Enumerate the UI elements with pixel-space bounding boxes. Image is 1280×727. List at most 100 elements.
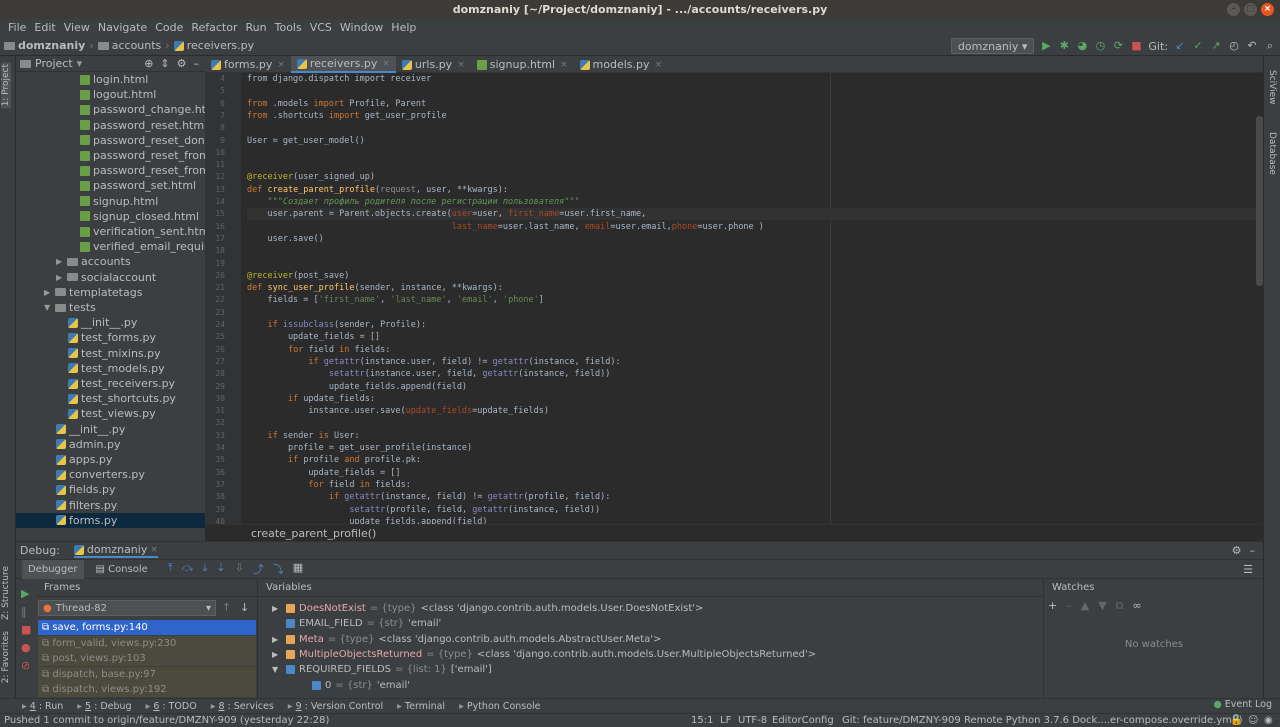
pause-icon[interactable]: ‖ [21, 605, 27, 618]
code-line[interactable]: from .models import Profile, Parent [247, 98, 426, 110]
chevron-right-icon[interactable]: ▶ [272, 601, 282, 616]
move-down-icon[interactable]: ▼ [1098, 599, 1106, 613]
editor-tab[interactable]: models.py × [574, 56, 669, 73]
database-tool-tab[interactable]: Database [1267, 132, 1277, 175]
menu-edit[interactable]: Edit [30, 19, 59, 36]
breadcrumb-folder[interactable]: accounts [97, 39, 161, 52]
project-tool-tab[interactable]: 1: Project [1, 62, 11, 109]
hide-icon[interactable]: – [194, 57, 200, 70]
code-line[interactable]: update_fields.append(field) [247, 516, 487, 524]
step-into-icon[interactable]: ⤓ [202, 561, 207, 577]
stack-frame[interactable]: ⧉ post, views.py:103 [38, 651, 256, 666]
code-line[interactable]: if profile and profile.pk: [247, 454, 421, 466]
code-line[interactable]: from django.dispatch import receiver [247, 73, 431, 85]
line-separator[interactable]: LF [720, 714, 731, 727]
chevron-right-icon[interactable]: ▶ [44, 285, 52, 300]
editor-tab[interactable]: forms.py × [205, 56, 291, 73]
code-line[interactable]: profile = get_user_profile(instance) [247, 442, 472, 454]
menu-navigate[interactable]: Navigate [94, 19, 151, 36]
project-tree-item[interactable]: password_reset_from_k [80, 148, 205, 163]
tool-window-button[interactable]: ▸ Terminal [397, 701, 445, 712]
breadcrumb-project[interactable]: domznaniy [4, 39, 85, 52]
project-tree-item[interactable]: password_reset_done.h [80, 133, 205, 148]
code-line[interactable]: def create_parent_profile(request, user,… [247, 184, 508, 196]
history-icon[interactable]: ◴ [1228, 40, 1240, 52]
inspection-icon[interactable]: ☺ [1248, 714, 1258, 727]
stop-icon[interactable]: ■ [1130, 40, 1142, 52]
rollback-icon[interactable]: ↶ [1246, 40, 1258, 52]
stack-frame[interactable]: ⧉ form_valid, views.py:230 [38, 635, 256, 651]
file-encoding[interactable]: UTF-8 [738, 714, 767, 727]
gear-icon[interactable]: ⚙ [177, 57, 187, 70]
resume-icon[interactable]: ▶ [21, 587, 29, 600]
chevron-down-icon[interactable]: ▼ [44, 300, 52, 315]
tool-window-button[interactable]: ▸ Python Console [459, 701, 540, 712]
project-tree-item[interactable]: test_receivers.py [68, 376, 175, 391]
code-line[interactable]: def sync_user_profile(sender, instance, … [247, 282, 503, 294]
glasses-icon[interactable]: ∞ [1133, 599, 1142, 613]
project-tree-item[interactable]: ▶ socialaccount [56, 270, 156, 285]
project-tree-item[interactable]: password_change.html [80, 102, 205, 117]
chevron-right-icon[interactable]: ▶ [56, 254, 64, 269]
project-tree-item[interactable]: password_reset.html [80, 118, 205, 133]
menu-help[interactable]: Help [387, 19, 420, 36]
project-tree-item[interactable]: forms.py [16, 512, 205, 528]
project-tree-item[interactable]: test_shortcuts.py [68, 391, 176, 406]
code-line[interactable]: if sender is User: [247, 430, 359, 442]
code-line[interactable]: @receiver(user_signed_up) [247, 171, 375, 183]
menu-vcs[interactable]: VCS [306, 19, 336, 36]
editor-scrollbar[interactable] [1256, 116, 1263, 286]
project-tree-item[interactable]: ▶ accounts [56, 254, 131, 269]
project-tree-item[interactable]: logout.html [80, 87, 156, 102]
coverage-icon[interactable]: ◕ [1076, 40, 1088, 52]
debug-session-tab[interactable]: domznaniy × [73, 543, 158, 558]
tab-debugger[interactable]: Debugger [22, 559, 84, 579]
add-watch-icon[interactable]: + [1048, 599, 1057, 613]
project-tree-item[interactable]: login.html [80, 72, 148, 87]
remove-watch-icon[interactable]: – [1066, 599, 1072, 613]
code-line[interactable]: last_name=user.last_name, email=user.ema… [247, 221, 764, 233]
code-editor[interactable]: from django.dispatch import receiver from… [247, 73, 1257, 524]
code-line[interactable]: """Создает профиль родителя после регист… [247, 196, 579, 208]
code-line[interactable]: if issubclass(sender, Profile): [247, 319, 426, 331]
editor-tab[interactable]: signup.html × [471, 56, 574, 73]
collapse-all-icon[interactable]: ⇕ [160, 57, 169, 70]
code-line[interactable]: for field in fields: [247, 344, 390, 356]
project-tree-item[interactable]: filters.py [56, 498, 117, 513]
code-line[interactable]: if getattr(instance, field) != getattr(p… [247, 491, 610, 503]
variable-row[interactable]: 0 = {str}'email' [258, 678, 1043, 693]
code-line[interactable]: user.save() [247, 233, 323, 245]
gear-icon[interactable]: ⚙ [1232, 544, 1242, 557]
variable-row[interactable]: EMAIL_FIELD = {str}'email' [258, 616, 1043, 631]
menu-file[interactable]: File [4, 19, 30, 36]
run-to-cursor-icon[interactable]: ⤵ [273, 561, 284, 577]
stop-icon[interactable]: ■ [21, 623, 31, 636]
tool-window-button[interactable]: ▸ 5: Debug [77, 701, 131, 712]
git-branch[interactable]: Git: feature/DMZNY-909 [842, 714, 961, 727]
chevron-down-icon[interactable]: ▾ [77, 57, 83, 70]
run-icon[interactable]: ▶ [1040, 40, 1052, 52]
project-tree-item[interactable]: verified_email_required [80, 239, 205, 254]
code-line[interactable]: if getattr(instance.user, field) != geta… [247, 356, 620, 368]
move-up-icon[interactable]: ▲ [1081, 599, 1089, 613]
code-line[interactable]: setattr(profile, field, getattr(instance… [247, 504, 600, 516]
mute-breakpoints-icon[interactable]: ⊘ [21, 659, 30, 672]
stack-frame[interactable]: ⧉ save, forms.py:140 [38, 620, 256, 635]
close-tab-icon[interactable]: × [560, 60, 568, 70]
menu-window[interactable]: Window [336, 19, 387, 36]
close-tab-icon[interactable]: × [457, 60, 465, 70]
favorites-tool-tab[interactable]: 2: Favorites [1, 631, 11, 683]
code-line[interactable]: @receiver(post_save) [247, 270, 349, 282]
git-update-icon[interactable]: ↙ [1174, 40, 1186, 52]
close-button[interactable]: × [1261, 3, 1274, 16]
editor-breadcrumb[interactable]: create_parent_profile() [205, 524, 1263, 541]
code-line[interactable]: user.parent = Parent.objects.create(user… [247, 208, 1257, 221]
code-line[interactable]: update_fields = [] [247, 331, 380, 343]
git-commit-icon[interactable]: ✓ [1192, 40, 1204, 52]
locate-icon[interactable]: ⊕ [144, 57, 153, 70]
git-push-icon[interactable]: ↗ [1210, 40, 1222, 52]
code-line[interactable]: update_fields = [] [247, 467, 400, 479]
python-interpreter[interactable]: Remote Python 3.7.6 Dock....er-compose.o… [964, 714, 1243, 727]
project-tree-item[interactable]: admin.py [56, 437, 120, 452]
minimize-button[interactable]: – [1227, 3, 1240, 16]
